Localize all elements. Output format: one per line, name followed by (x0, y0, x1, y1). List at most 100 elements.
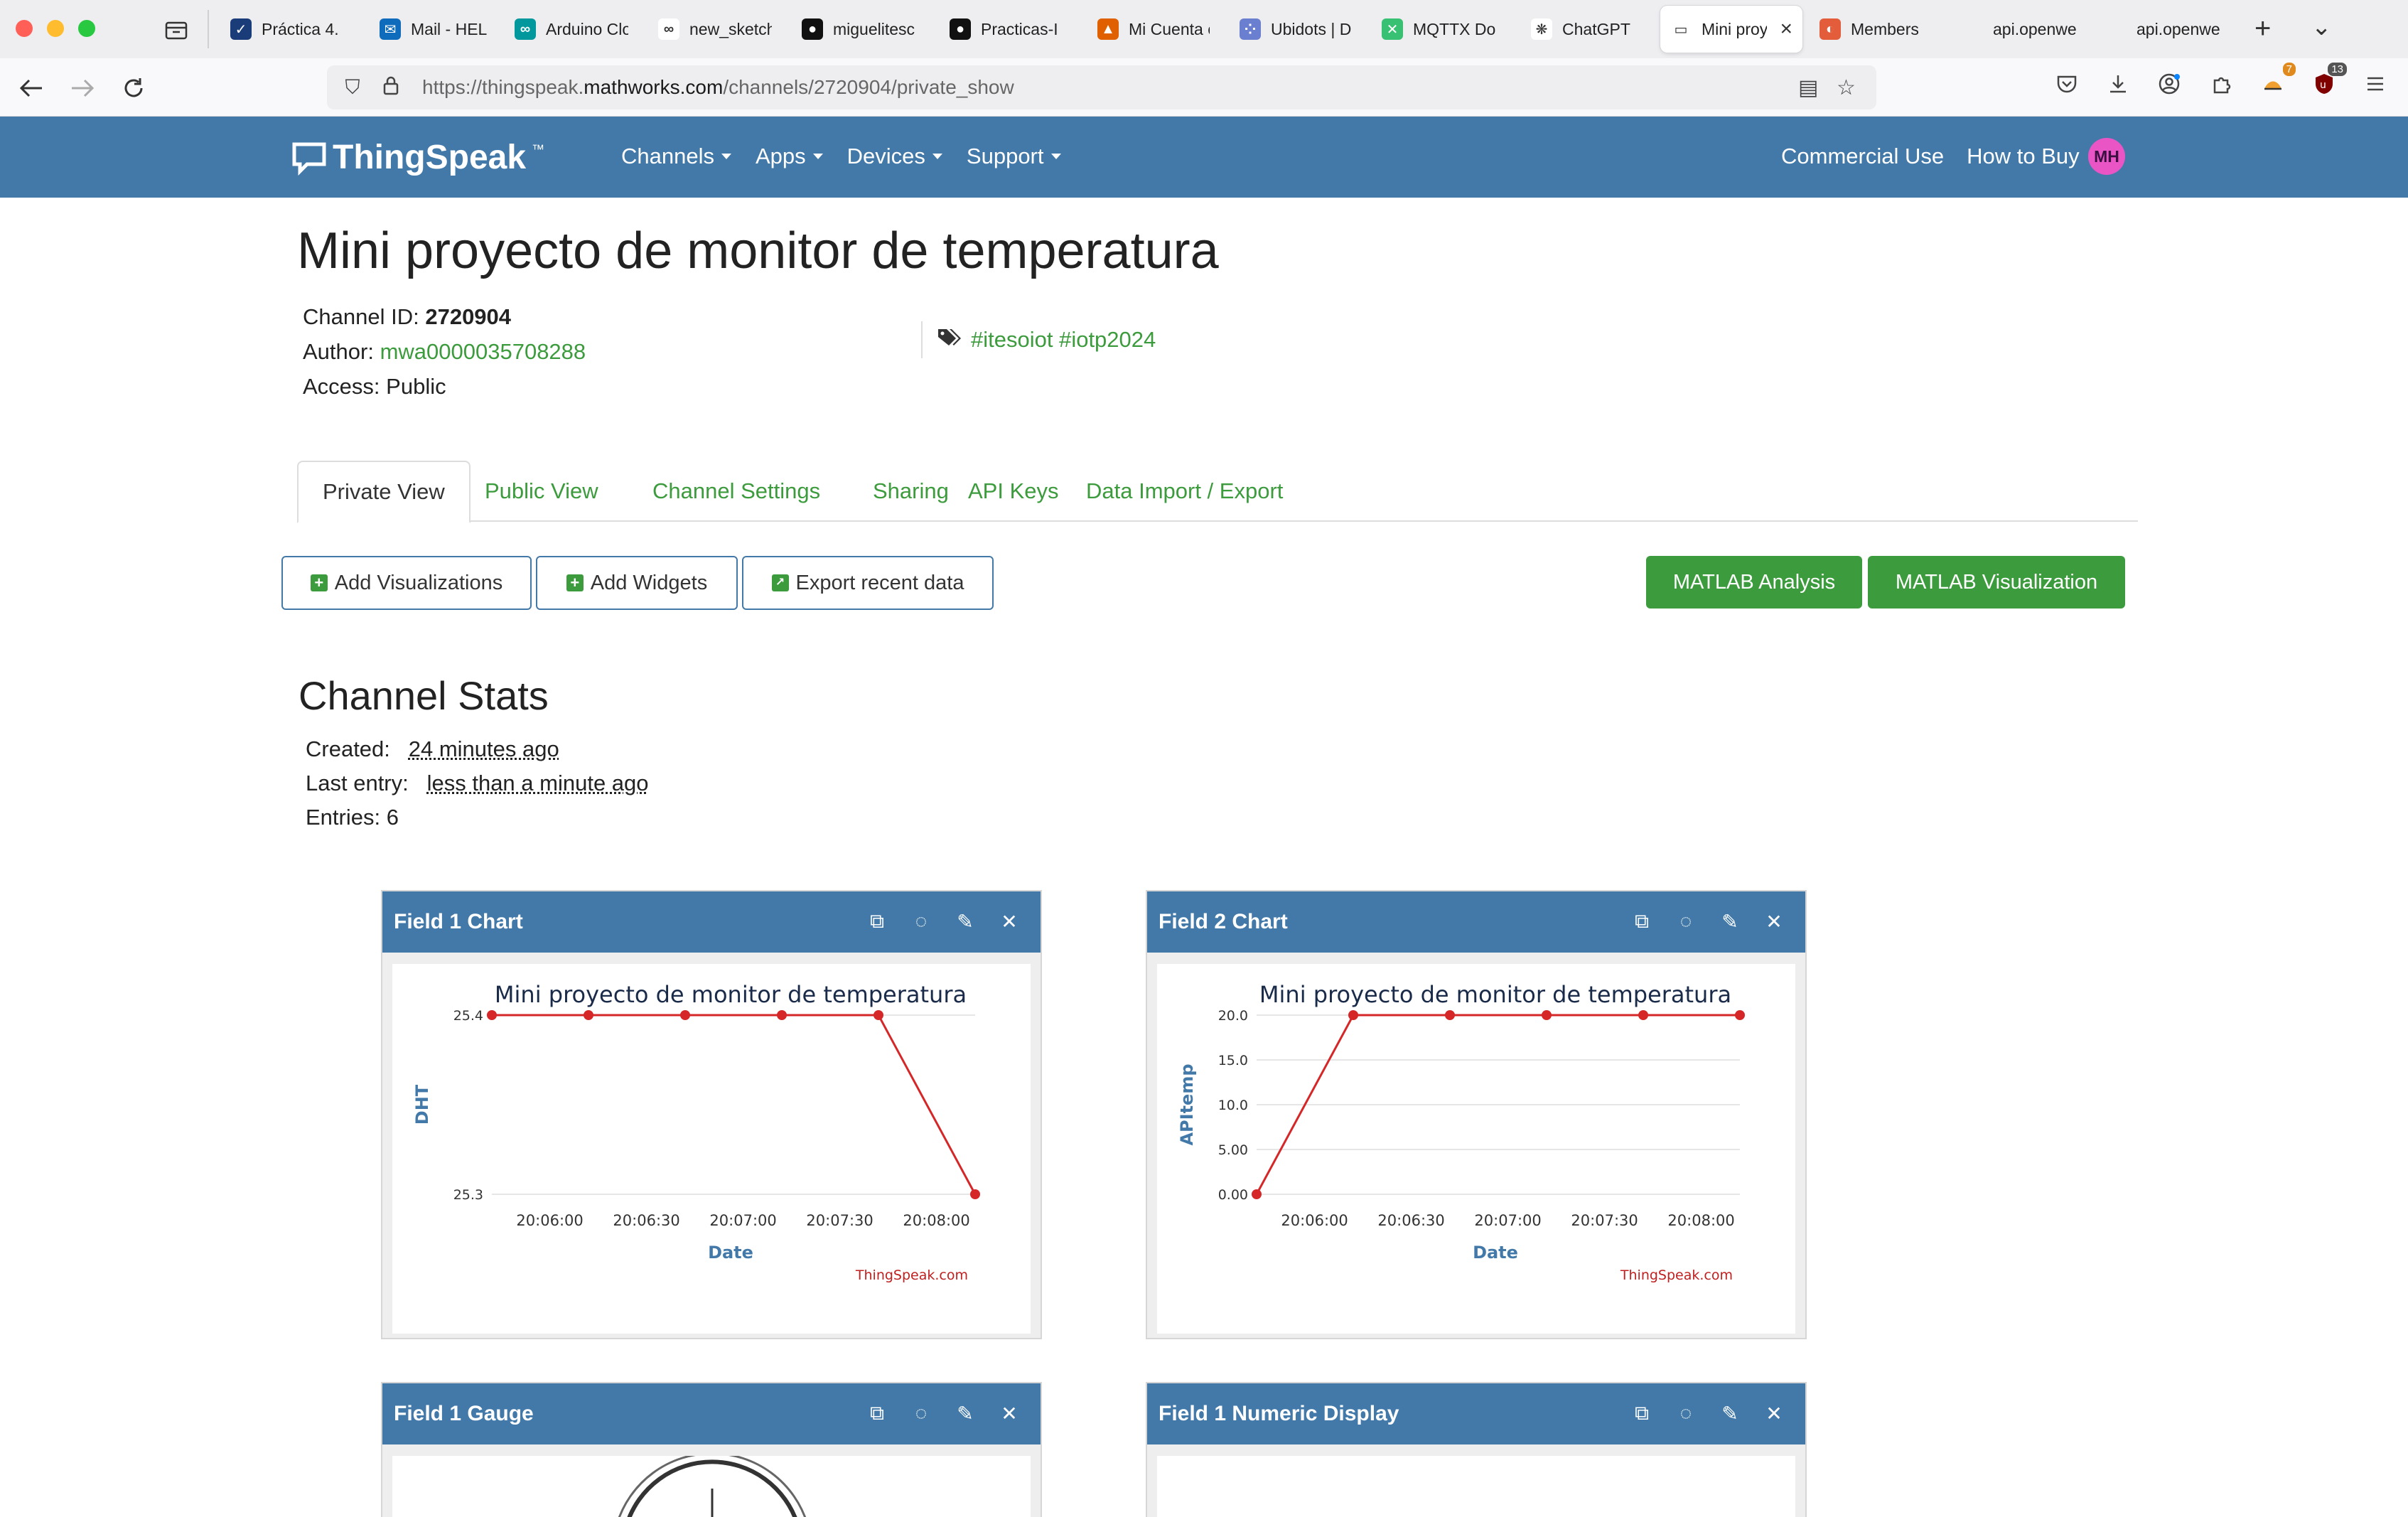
menu-label: Apps (755, 144, 806, 168)
open-external-icon[interactable]: ⧉ (866, 1402, 888, 1425)
author-link[interactable]: mwa0000035708288 (380, 339, 586, 364)
x-tick-label: 20:06:00 (1281, 1212, 1348, 1229)
y-tick-label: 20.0 (1218, 1008, 1248, 1024)
browser-tab[interactable]: ▭ Mini proy × (1660, 6, 1802, 53)
svg-text:u: u (2320, 80, 2326, 91)
lock-icon[interactable] (378, 75, 404, 100)
caret-down-icon (721, 154, 731, 159)
browser-tab[interactable]: ❋ ChatGPT (1521, 6, 1648, 53)
pencil-icon[interactable]: ✎ (1719, 1402, 1741, 1425)
pencil-icon[interactable]: ✎ (1719, 910, 1741, 933)
thingspeak-logo[interactable]: ThingSpeak ™ (291, 138, 544, 177)
tab-overview-icon[interactable] (161, 16, 192, 44)
close-icon[interactable]: ✕ (1763, 1402, 1785, 1425)
how-to-buy-link[interactable]: How to Buy (1967, 144, 2080, 169)
url-text[interactable]: https://thingspeak.mathworks.com/channel… (422, 76, 1014, 99)
maximize-window-button[interactable] (78, 20, 95, 37)
menu-support[interactable]: Support (967, 144, 1061, 169)
new-tab-button[interactable]: + (2254, 13, 2271, 45)
add-widgets-button[interactable]: + Add Widgets (536, 556, 738, 610)
y-tick-label: 0.00 (1218, 1187, 1248, 1203)
open-external-icon[interactable]: ⧉ (1630, 910, 1653, 933)
close-tab-icon[interactable]: × (1780, 17, 1792, 41)
close-icon[interactable]: ✕ (1763, 910, 1785, 933)
browser-tab[interactable]: api.openweathe (2095, 6, 2230, 53)
access-label: Access: (303, 374, 380, 399)
tab-public-view[interactable]: Public View (461, 461, 623, 522)
close-icon[interactable]: ✕ (998, 910, 1021, 933)
tags-link[interactable]: #itesoiot #iotp2024 (971, 327, 1156, 353)
browser-tab[interactable]: ∞ Arduino Clo (505, 6, 638, 53)
browser-tab[interactable]: api.openweathe (1952, 6, 2087, 53)
commercial-use-link[interactable]: Commercial Use (1781, 144, 1944, 169)
browser-tab[interactable]: ✓ Práctica 4. (220, 6, 355, 53)
stat-last-entry: Last entry: less than a minute ago (306, 771, 649, 796)
widget-header: Field 1 Gauge ⧉ ◌ ✎ ✕ (382, 1383, 1041, 1444)
open-external-icon[interactable]: ⧉ (1630, 1402, 1653, 1425)
channel-id-label: Channel ID: (303, 304, 419, 329)
data-point (1252, 1189, 1262, 1199)
shield-icon[interactable]: ⛉ (340, 76, 365, 100)
minimize-window-button[interactable] (47, 20, 64, 37)
hamburger-menu-icon[interactable] (2360, 68, 2391, 100)
tab-channel-settings[interactable]: Channel Settings (628, 461, 844, 522)
dark-reader-icon[interactable]: 7 (2257, 63, 2296, 100)
data-point (680, 1010, 690, 1020)
channel-tags: #itesoiot #iotp2024 (937, 327, 1156, 353)
menu-devices[interactable]: Devices (847, 144, 942, 169)
downloads-icon[interactable] (2102, 68, 2134, 100)
comment-icon[interactable]: ◌ (910, 1402, 932, 1425)
close-window-button[interactable] (16, 20, 33, 37)
reader-view-icon[interactable]: ▤ (1798, 75, 1818, 100)
stat-created: Created: 24 minutes ago (306, 736, 559, 762)
add-visualizations-button[interactable]: + Add Visualizations (281, 556, 532, 610)
tag-divider (921, 321, 923, 358)
account-icon[interactable] (2154, 68, 2185, 100)
comment-icon[interactable]: ◌ (1675, 1402, 1697, 1425)
close-icon[interactable]: ✕ (998, 1402, 1021, 1425)
tab-label: Private View (323, 479, 445, 504)
menu-channels[interactable]: Channels (621, 144, 731, 169)
speech-bubble-icon (292, 142, 326, 176)
user-avatar[interactable]: MH (2088, 138, 2125, 175)
caret-down-icon (812, 154, 823, 159)
menu-apps[interactable]: Apps (756, 144, 823, 169)
back-arrow-icon[interactable] (14, 71, 48, 105)
browser-tab[interactable]: ✉ Mail - HELU (370, 6, 498, 53)
data-point (487, 1010, 497, 1020)
widget-title: Field 2 Chart (1159, 910, 1288, 933)
field1-chart-svg: Mini proyecto de monitor de temperatura 2… (412, 981, 980, 1283)
stat-entries: Entries: 6 (306, 805, 399, 830)
browser-tab[interactable]: ▲ Mi Cuenta c (1087, 6, 1220, 53)
chart-credit: ThingSpeak.com (1620, 1267, 1733, 1283)
browser-tab[interactable]: ⁘ Ubidots | D (1230, 6, 1362, 53)
matlab-visualization-button[interactable]: MATLAB Visualization (1868, 556, 2125, 609)
forward-arrow-icon[interactable] (65, 71, 100, 105)
browser-tab[interactable]: ● Practicas-I (940, 6, 1076, 53)
matlab-analysis-button[interactable]: MATLAB Analysis (1646, 556, 1862, 609)
list-tabs-chevron-icon[interactable]: ⌄ (2311, 13, 2332, 41)
series-line (492, 1014, 977, 1195)
ublock-icon[interactable]: u 13 (2308, 63, 2347, 100)
bookmark-star-icon[interactable]: ☆ (1837, 75, 1856, 100)
pocket-icon[interactable] (2051, 68, 2082, 100)
browser-tab[interactable]: ◐ Members (1810, 6, 1942, 53)
open-external-icon[interactable]: ⧉ (866, 910, 888, 933)
pencil-icon[interactable]: ✎ (954, 910, 977, 933)
pencil-icon[interactable]: ✎ (954, 1402, 977, 1425)
tab-label: API Keys (968, 478, 1059, 503)
widget-header: Field 1 Numeric Display ⧉ ◌ ✎ ✕ (1147, 1383, 1805, 1444)
reload-icon[interactable] (117, 71, 151, 105)
extensions-icon[interactable] (2206, 68, 2237, 100)
tab-private-view[interactable]: Private View (297, 461, 471, 523)
comment-icon[interactable]: ◌ (910, 910, 932, 933)
browser-tab[interactable]: ∞ new_sketch (648, 6, 782, 53)
browser-tab[interactable]: ✕ MQTTX Do (1372, 6, 1511, 53)
x-tick-label: 20:07:30 (806, 1212, 873, 1229)
browser-tab[interactable]: ● miguelitesc (792, 6, 928, 53)
comment-icon[interactable]: ◌ (1675, 910, 1697, 933)
export-recent-data-button[interactable]: ↗ Export recent data (742, 556, 994, 610)
address-bar[interactable]: ⛉ https://thingspeak.mathworks.com/chann… (327, 65, 1876, 109)
tab-data-import-export[interactable]: Data Import / Export (1062, 461, 1307, 522)
tab-title: Mi Cuenta c (1129, 19, 1210, 38)
